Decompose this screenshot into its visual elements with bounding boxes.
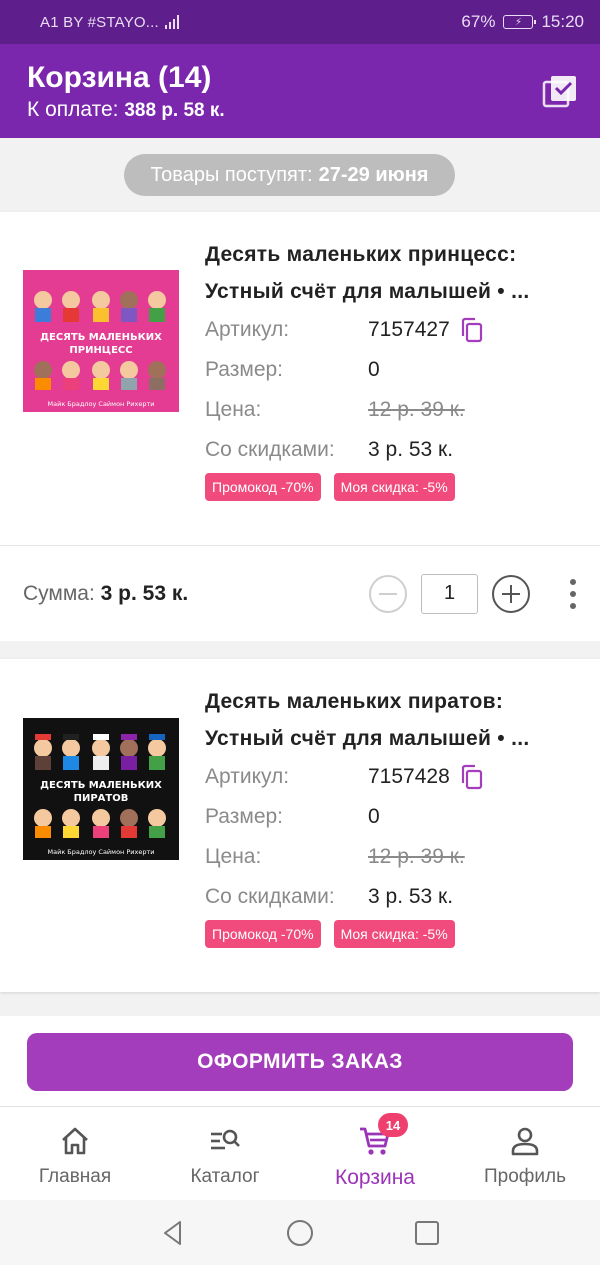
price-label: Цена:	[205, 398, 262, 421]
item-title-line2[interactable]: Устный счёт для малышей • ...	[205, 273, 576, 310]
discount-badges: Промокод -70% Моя скидка: -5%	[205, 473, 576, 501]
recents-icon[interactable]	[412, 1218, 442, 1248]
sum-label: Сумма:	[23, 581, 95, 605]
promo-badge: Промокод -70%	[205, 920, 321, 948]
sum-value: 3 р. 53 к.	[100, 581, 189, 605]
carrier-name: A1 BY #STAYO...	[40, 13, 159, 31]
book-cover-image[interactable]: ДЕСЯТЬ МАЛЕНЬКИХ ПИРАТОВ Майк Брадлоу Са…	[23, 718, 179, 860]
discount-label: Со скидками:	[205, 885, 335, 908]
nav-profile[interactable]: Профиль	[450, 1107, 600, 1200]
bottom-navigation: Главная Каталог 14 Корзина Профиль	[0, 1106, 600, 1200]
cart-item: ДЕСЯТЬ МАЛЕНЬКИХ ПИРАТОВ Майк Брадлоу Са…	[0, 659, 600, 992]
to-pay-label: К оплате:	[27, 98, 119, 121]
catalog-search-icon	[211, 1129, 240, 1150]
discount-row: Со скидками: 3 р. 53 к.	[205, 877, 576, 917]
discounted-price: 3 р. 53 к.	[368, 885, 454, 908]
size-value: 0	[368, 358, 380, 381]
price-row: Цена: 12 р. 39 к.	[205, 837, 576, 877]
order-bar: ОФОРМИТЬ ЗАКАЗ	[0, 1016, 600, 1106]
battery-percent: 67%	[461, 12, 496, 31]
item-info: Десять маленьких пиратов: Устный счёт дл…	[205, 683, 576, 948]
cart-header: Корзина (14) К оплате: 388 р. 58 к.	[0, 44, 600, 138]
copy-icon[interactable]	[460, 317, 484, 343]
page-title: Корзина (14)	[27, 61, 212, 94]
cart-count-badge: 14	[378, 1113, 408, 1137]
increase-quantity-button[interactable]	[491, 574, 531, 614]
item-title-line1[interactable]: Десять маленьких принцесс:	[205, 236, 576, 273]
cover-title: ДЕСЯТЬ МАЛЕНЬКИХ	[40, 780, 162, 791]
my-discount-badge: Моя скидка: -5%	[333, 473, 455, 501]
quantity-field[interactable]: 1	[421, 573, 478, 614]
article-row: Артикул: 7157427	[205, 310, 576, 350]
size-label: Размер:	[205, 358, 284, 381]
old-price: 12 р. 39 к.	[368, 845, 465, 868]
my-discount-badge: Моя скидка: -5%	[333, 920, 455, 948]
promo-badge: Промокод -70%	[205, 473, 321, 501]
select-all-icon[interactable]	[542, 74, 578, 110]
delivery-label: Товары поступят:	[150, 163, 313, 186]
nav-catalog[interactable]: Каталог	[150, 1107, 300, 1200]
price-row: Цена: 12 р. 39 к.	[205, 390, 576, 430]
article-value: 7157428	[368, 765, 450, 788]
nav-home[interactable]: Главная	[0, 1107, 150, 1200]
size-row: Размер: 0	[205, 797, 576, 837]
cover-authors: Майк Брадлоу Саймон Рихерти	[48, 848, 155, 856]
clock: 15:20	[541, 12, 584, 31]
article-label: Артикул:	[205, 318, 290, 341]
system-navigation	[0, 1200, 600, 1265]
discount-row: Со скидками: 3 р. 53 к.	[205, 430, 576, 470]
back-icon[interactable]	[158, 1218, 188, 1248]
svg-text:ПИРАТОВ: ПИРАТОВ	[74, 793, 129, 804]
home-icon	[62, 1127, 88, 1155]
nav-cart-label: Корзина	[335, 1166, 415, 1189]
discount-label: Со скидками:	[205, 438, 335, 461]
size-row: Размер: 0	[205, 350, 576, 390]
nav-profile-label: Профиль	[483, 1166, 567, 1187]
price-label: Цена:	[205, 845, 262, 868]
article-row: Артикул: 7157428	[205, 757, 576, 797]
discounted-price: 3 р. 53 к.	[368, 438, 454, 461]
nav-catalog-label: Каталог	[190, 1166, 260, 1187]
carrier-info: A1 BY #STAYO...	[40, 14, 461, 31]
decrease-quantity-button[interactable]	[368, 574, 408, 614]
cover-title: ДЕСЯТЬ МАЛЕНЬКИХ	[40, 332, 162, 343]
signal-icon	[164, 15, 179, 29]
checkout-button[interactable]: ОФОРМИТЬ ЗАКАЗ	[27, 1033, 573, 1091]
to-pay: К оплате: 388 р. 58 к.	[27, 98, 573, 122]
item-sum-bar: Сумма: 3 р. 53 к. 1	[0, 545, 600, 641]
home-circle-icon[interactable]	[285, 1218, 315, 1248]
item-title-line1[interactable]: Десять маленьких пиратов:	[205, 683, 576, 720]
item-sum: Сумма: 3 р. 53 к.	[23, 582, 368, 606]
old-price: 12 р. 39 к.	[368, 398, 465, 421]
item-title-line2[interactable]: Устный счёт для малышей • ...	[205, 720, 576, 757]
to-pay-value: 388 р. 58 к.	[124, 100, 225, 121]
nav-home-label: Главная	[38, 1166, 112, 1187]
article-label: Артикул:	[205, 765, 290, 788]
cover-authors: Майк Брадлоу Саймон Рихерти	[48, 400, 155, 408]
item-info: Десять маленьких принцесс: Устный счёт д…	[205, 236, 576, 501]
more-options-icon[interactable]	[569, 578, 577, 609]
delivery-date-pill: Товары поступят: 27-29 июня	[124, 154, 455, 196]
battery-icon: ⚡	[503, 15, 537, 29]
cart-item: ДЕСЯТЬ МАЛЕНЬКИХ ПРИНЦЕСС Майк Брадлоу С…	[0, 212, 600, 545]
delivery-dates: 27-29 июня	[318, 163, 429, 186]
svg-text:ПРИНЦЕСС: ПРИНЦЕСС	[69, 345, 132, 356]
size-value: 0	[368, 805, 380, 828]
article-value: 7157427	[368, 318, 450, 341]
status-bar: A1 BY #STAYO... 67% ⚡ 15:20	[0, 0, 600, 44]
book-cover-image[interactable]: ДЕСЯТЬ МАЛЕНЬКИХ ПРИНЦЕСС Майк Брадлоу С…	[23, 270, 179, 412]
size-label: Размер:	[205, 805, 284, 828]
discount-badges: Промокод -70% Моя скидка: -5%	[205, 920, 576, 948]
copy-icon[interactable]	[460, 764, 484, 790]
nav-cart[interactable]: 14 Корзина	[300, 1107, 450, 1200]
profile-icon	[511, 1127, 539, 1156]
